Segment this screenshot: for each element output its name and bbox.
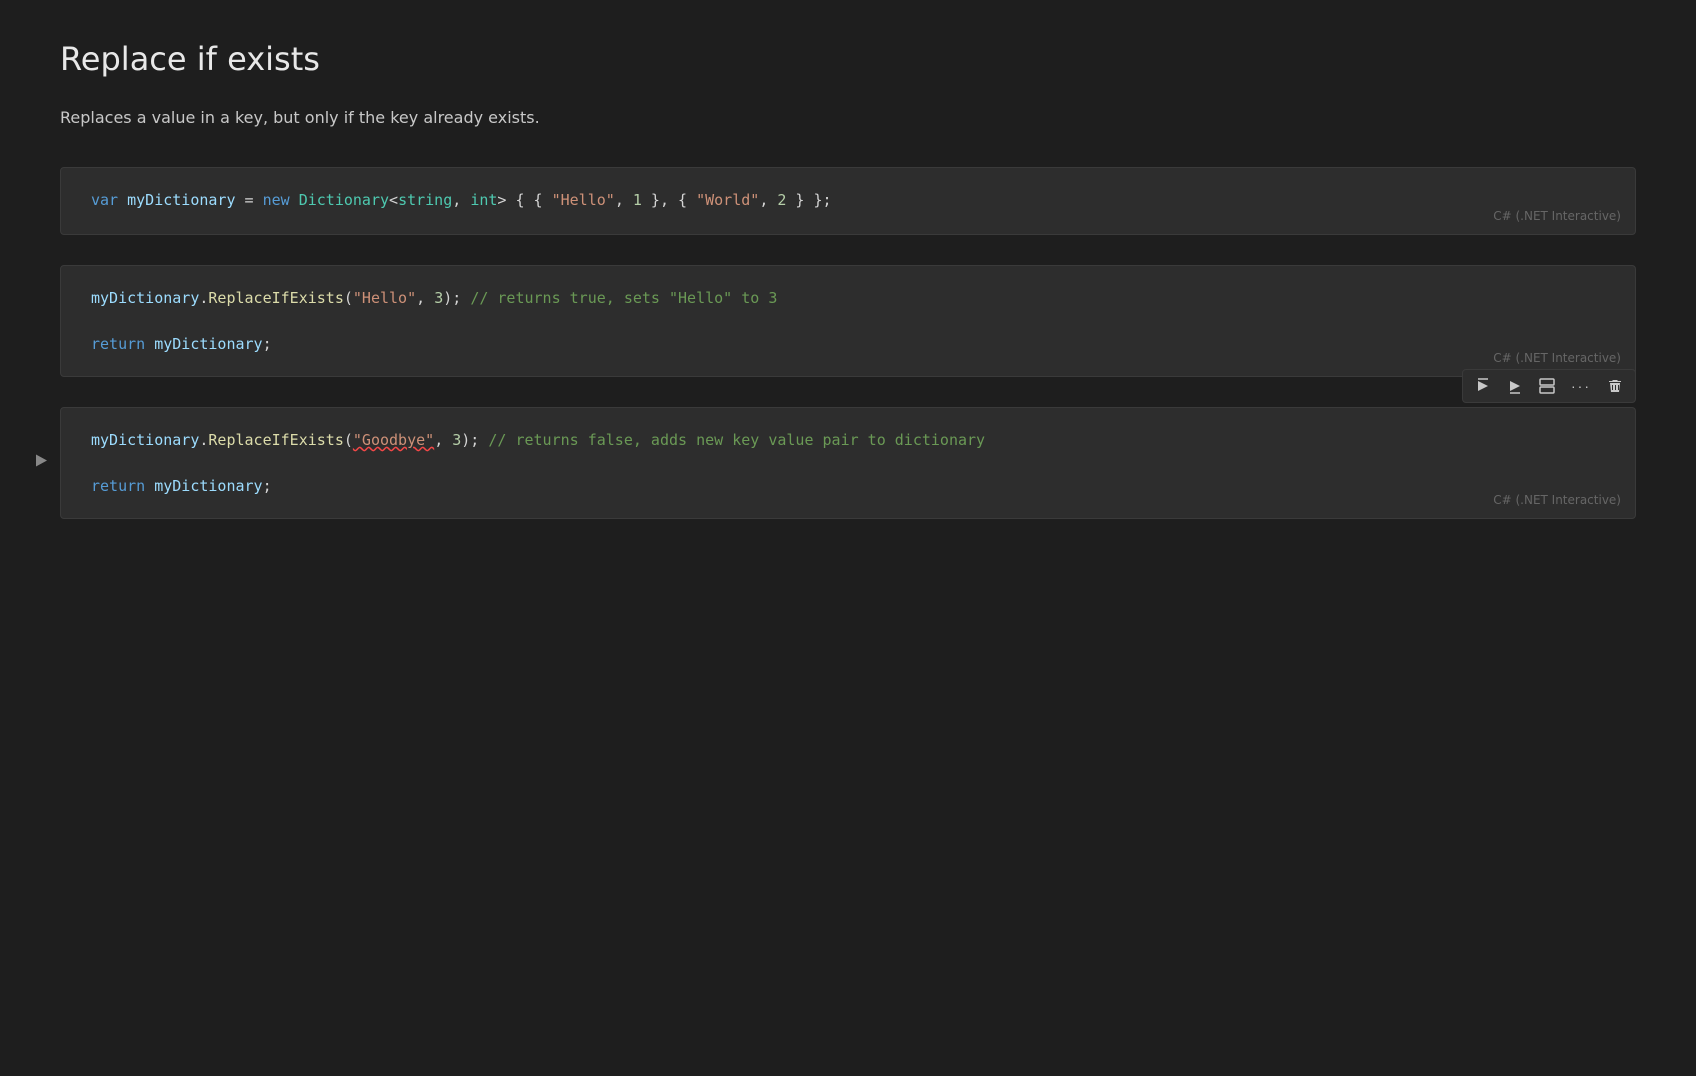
code-cell-2: myDictionary.ReplaceIfExists("Hello", 3)… bbox=[60, 265, 1636, 377]
code-cell-1: var myDictionary = new Dictionary<string… bbox=[60, 167, 1636, 235]
cell-3: ··· myDictionary.ReplaceIfExists("Goodby… bbox=[60, 407, 1636, 519]
cell-1: var myDictionary = new Dictionary<string… bbox=[60, 167, 1636, 235]
code-content-1: var myDictionary = new Dictionary<string… bbox=[91, 191, 832, 209]
code-cell-3: myDictionary.ReplaceIfExists("Goodbye", … bbox=[60, 407, 1636, 519]
run-above-button[interactable] bbox=[1469, 374, 1497, 398]
cell-1-label: C# (.NET Interactive) bbox=[1493, 207, 1621, 226]
page-description: Replaces a value in a key, but only if t… bbox=[60, 108, 1636, 127]
cell-2-label: C# (.NET Interactive) bbox=[1493, 349, 1621, 368]
run-button-cell-3[interactable] bbox=[30, 450, 52, 477]
cell-toolbar: ··· bbox=[1462, 369, 1636, 403]
code-line-3-2: return myDictionary; bbox=[91, 474, 1605, 498]
more-button[interactable]: ··· bbox=[1565, 374, 1597, 398]
code-line-2-1: myDictionary.ReplaceIfExists("Hello", 3)… bbox=[91, 286, 1605, 310]
split-cell-button[interactable] bbox=[1533, 374, 1561, 398]
run-below-button[interactable] bbox=[1501, 374, 1529, 398]
delete-button[interactable] bbox=[1601, 374, 1629, 398]
cell-2: myDictionary.ReplaceIfExists("Hello", 3)… bbox=[60, 265, 1636, 377]
code-line-2-2: return myDictionary; bbox=[91, 332, 1605, 356]
page-title: Replace if exists bbox=[60, 40, 1636, 78]
cell-3-label: C# (.NET Interactive) bbox=[1493, 491, 1621, 510]
code-line-3-1: myDictionary.ReplaceIfExists("Goodbye", … bbox=[91, 428, 1605, 452]
